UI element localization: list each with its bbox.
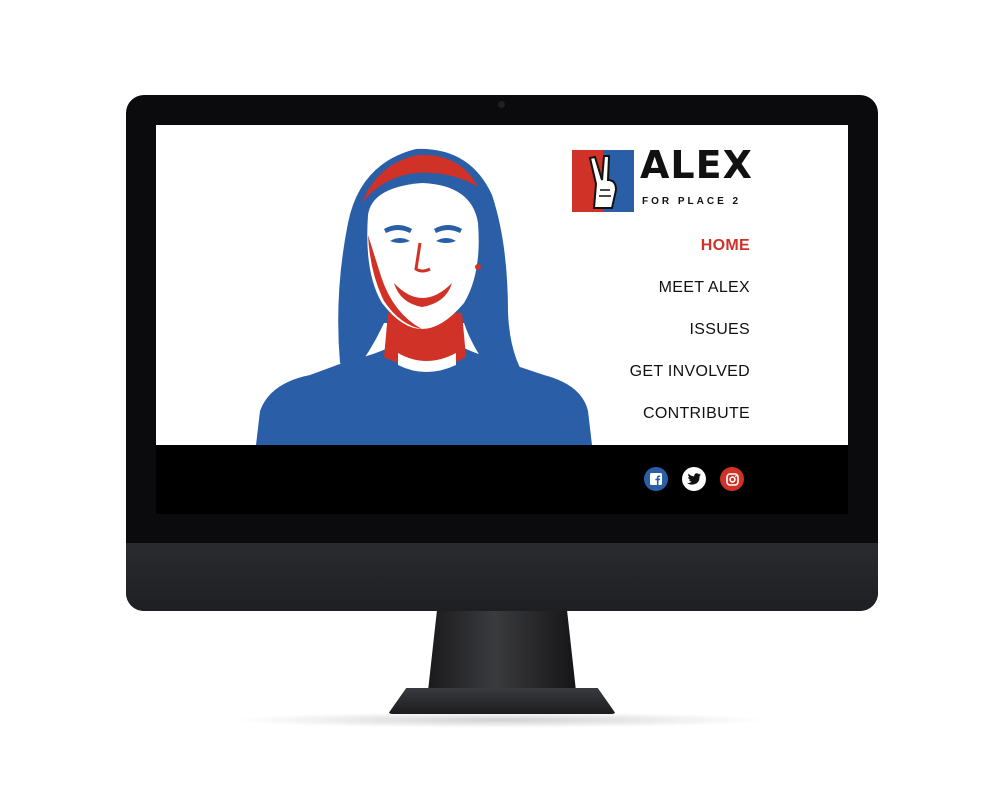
nav-issues[interactable]: ISSUES bbox=[630, 319, 750, 361]
monitor-shadow bbox=[230, 712, 770, 728]
camera-dot bbox=[498, 101, 505, 108]
peace-hand-icon bbox=[572, 150, 634, 212]
monitor-stand bbox=[428, 611, 576, 691]
hero-section: ALEX FOR PLACE 2 HOME MEET ALEX ISSUES G… bbox=[156, 125, 848, 445]
facebook-icon bbox=[650, 473, 662, 485]
monitor-chin bbox=[126, 543, 878, 611]
social-links bbox=[644, 467, 744, 491]
monitor-stand-base bbox=[388, 688, 616, 714]
nav-contribute[interactable]: CONTRIBUTE bbox=[630, 403, 750, 445]
monitor-frame: ALEX FOR PLACE 2 HOME MEET ALEX ISSUES G… bbox=[126, 95, 878, 611]
twitter-link[interactable] bbox=[682, 467, 706, 491]
logo-tagline: FOR PLACE 2 bbox=[642, 196, 742, 207]
candidate-portrait bbox=[256, 148, 592, 445]
nav-get-involved[interactable]: GET INVOLVED bbox=[630, 361, 750, 403]
logo-name: ALEX bbox=[640, 143, 753, 187]
nav-meet-alex[interactable]: MEET ALEX bbox=[630, 277, 750, 319]
instagram-icon bbox=[725, 472, 739, 486]
instagram-link[interactable] bbox=[720, 467, 744, 491]
nav-home[interactable]: HOME bbox=[630, 235, 750, 277]
campaign-logo[interactable]: ALEX FOR PLACE 2 bbox=[572, 146, 752, 214]
website-screen: ALEX FOR PLACE 2 HOME MEET ALEX ISSUES G… bbox=[156, 125, 848, 514]
twitter-icon bbox=[687, 473, 701, 485]
facebook-link[interactable] bbox=[644, 467, 668, 491]
main-nav: HOME MEET ALEX ISSUES GET INVOLVED CONTR… bbox=[630, 235, 750, 445]
